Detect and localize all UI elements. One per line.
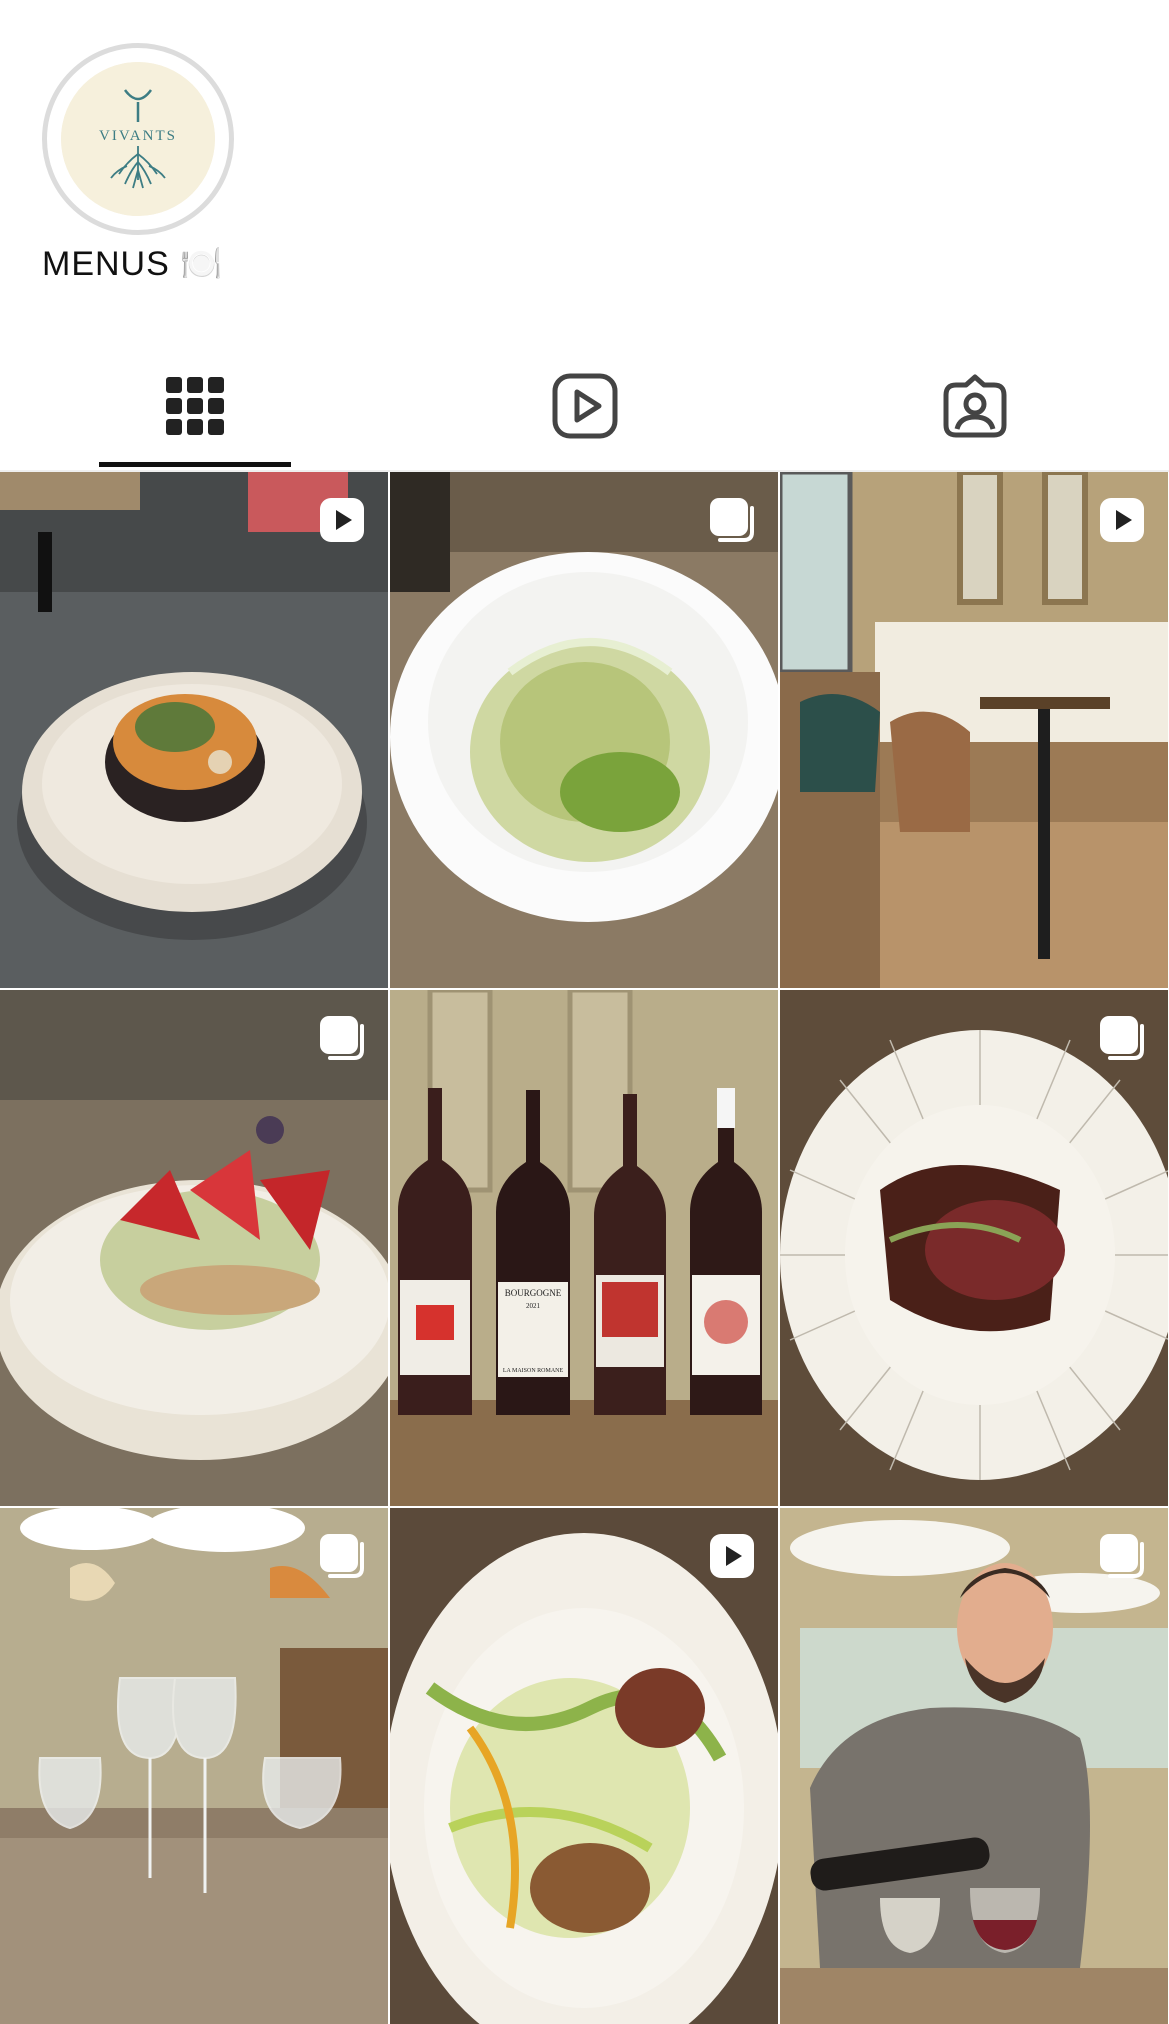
- reel-icon: [1100, 498, 1144, 542]
- svg-text:LA MAISON ROMANE: LA MAISON ROMANE: [503, 1368, 564, 1374]
- reel-icon: [320, 498, 364, 542]
- carousel-badge: [1098, 1532, 1146, 1580]
- highlight-label: MENUS 🍽️: [42, 245, 224, 283]
- post-photo: [0, 1508, 388, 2024]
- tab-tagged[interactable]: [780, 342, 1169, 470]
- grid-icon: [166, 377, 224, 435]
- profile-tabs: [0, 342, 1169, 470]
- post-tile-9[interactable]: [780, 1508, 1168, 2024]
- carousel-badge: [318, 1532, 366, 1580]
- carousel-badge: [708, 496, 756, 544]
- post-photo: [0, 472, 388, 988]
- reels-play-icon: [552, 373, 618, 439]
- post-tile-8[interactable]: [390, 1508, 778, 2024]
- tab-reels[interactable]: [390, 342, 780, 470]
- post-tile-5[interactable]: BOURGOGNE 2021 LA MAISON ROMANE: [390, 990, 778, 1506]
- post-photo: [780, 472, 1168, 988]
- video-badge: [708, 1532, 756, 1580]
- video-badge: [318, 496, 366, 544]
- tagged-person-icon: [943, 374, 1007, 438]
- post-photo: BOURGOGNE 2021 LA MAISON ROMANE: [390, 990, 778, 1506]
- post-photo: [390, 1508, 778, 2024]
- highlight-cover-logo: VIVANTS: [61, 62, 215, 216]
- carousel-icon: [1100, 1016, 1144, 1060]
- carousel-icon: [1100, 1534, 1144, 1578]
- carousel-icon: [320, 1534, 364, 1578]
- svg-text:BOURGOGNE: BOURGOGNE: [505, 1288, 562, 1298]
- post-photo: [390, 472, 778, 988]
- reel-icon: [710, 1534, 754, 1578]
- post-tile-2[interactable]: [390, 472, 778, 988]
- carousel-icon: [710, 498, 754, 542]
- post-photo: [780, 990, 1168, 1506]
- post-photo: [780, 1508, 1168, 2024]
- video-badge: [1098, 496, 1146, 544]
- carousel-badge: [1098, 1014, 1146, 1062]
- active-tab-indicator: [99, 462, 291, 467]
- tab-posts[interactable]: [0, 342, 390, 470]
- highlight-menus[interactable]: VIVANTS: [42, 43, 234, 235]
- carousel-icon: [320, 1016, 364, 1060]
- post-tile-6[interactable]: [780, 990, 1168, 1506]
- post-tile-7[interactable]: [0, 1508, 388, 2024]
- svg-text:2021: 2021: [526, 1302, 541, 1310]
- post-photo: [0, 990, 388, 1506]
- post-tile-1[interactable]: [0, 472, 388, 988]
- carousel-badge: [318, 1014, 366, 1062]
- logo-text: VIVANTS: [99, 128, 177, 144]
- post-tile-4[interactable]: [0, 990, 388, 1506]
- post-tile-3[interactable]: [780, 472, 1168, 988]
